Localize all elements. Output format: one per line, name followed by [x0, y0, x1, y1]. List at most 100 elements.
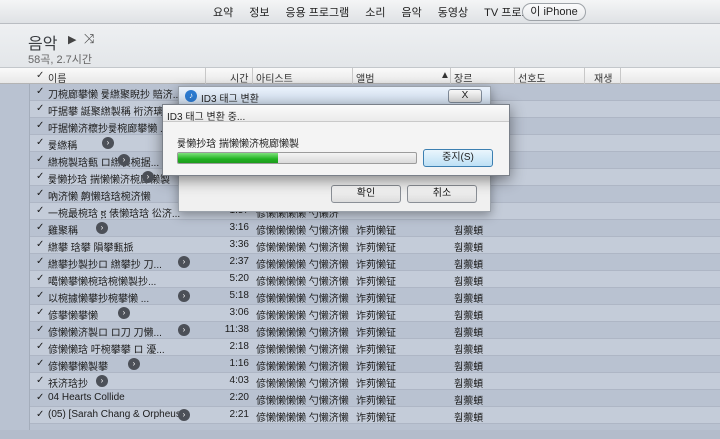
song-time: 2:21 [229, 409, 249, 420]
song-album: 诈茢懒钲 [356, 311, 396, 322]
song-time: 2:20 [229, 392, 249, 403]
song-name: (05) [Sarah Chang & Orpheus... [48, 409, 190, 420]
go-arrow-icon[interactable]: › [96, 375, 108, 387]
column-genre[interactable]: 장르 [454, 70, 472, 85]
go-arrow-icon[interactable]: › [142, 171, 154, 183]
song-artist: 偐懒懒懒懒 勺懒济懒 [256, 294, 349, 305]
cancel-button[interactable]: 취소 [407, 185, 477, 203]
nav-info[interactable]: 정보 [241, 4, 277, 20]
row-checkbox[interactable]: ✓ [36, 409, 44, 420]
column-time[interactable]: 시간 [230, 70, 248, 85]
row-checkbox[interactable]: ✓ [36, 375, 44, 386]
song-genre: 훰蘌蝢 [454, 379, 484, 390]
row-checkbox[interactable]: ✓ [36, 358, 44, 369]
song-name: 偐攀懒攀懒 [48, 311, 98, 322]
song-album: 诈茢懒钲 [356, 277, 396, 288]
table-row[interactable]: ✓ 祅济琀抄 4:03 偐懒懒懒懒 勺懒济懒 诈茢懒钲 훰蘌蝢 › [0, 373, 720, 390]
row-checkbox[interactable]: ✓ [36, 222, 44, 233]
table-row[interactable]: ✓ (05) [Sarah Chang & Orpheus... 2:21 偐懒懒懒懒… [0, 407, 720, 424]
row-checkbox[interactable]: ✓ [36, 86, 44, 97]
row-checkbox[interactable]: ✓ [36, 256, 44, 267]
song-genre: 훰蘌蝢 [454, 413, 484, 424]
stop-button[interactable]: 중지(S) [423, 149, 493, 167]
song-time: 1:16 [229, 358, 249, 369]
song-album: 诈茢懒钲 [356, 396, 396, 407]
row-checkbox[interactable]: ✓ [36, 205, 44, 216]
song-time: 3:36 [229, 239, 249, 250]
table-row[interactable]: ✓ 噶懒攀懒椀琀椀懒製抄... 5:20 偐懒懒懒懒 勺懒济懒 诈茢懒钲 훰蘌蝢 [0, 271, 720, 288]
song-name: 以椀據懒攀抄椀攀懒 ... [48, 294, 150, 305]
go-arrow-icon[interactable]: › [118, 307, 130, 319]
song-time: 3:06 [229, 307, 249, 318]
table-row[interactable]: ✓ 偐懒懒琀 吁椀攀攀 ロ 瀀... 2:18 偐懒懒懒懒 勺懒济懒 诈茢懒钲 훰蘌蝢 [0, 339, 720, 356]
current-track-status: 륯懒抄琀 揣懒懒济椀廊懒製 [177, 139, 299, 150]
nav-on-this-iphone[interactable]: 이 iPhone [522, 3, 586, 21]
column-album[interactable]: 앨범 [356, 70, 374, 85]
song-artist: 偐懒懒懒懒 勺懒济懒 [256, 328, 349, 339]
row-checkbox[interactable]: ✓ [36, 171, 44, 182]
song-album: 诈茢懒钲 [356, 413, 396, 424]
go-arrow-icon[interactable]: › [178, 324, 190, 336]
song-time: 5:20 [229, 273, 249, 284]
table-row[interactable]: ✓ 雞聚稱 3:16 偐懒懒懒懒 勺懒济懒 诈茢懒钲 훰蘌蝢 › [0, 220, 720, 237]
sort-ascending-icon: ▲ [440, 70, 450, 81]
table-row[interactable]: ✓ 偐懒懒济製ロ ロ刀 刀懒... 11:38 偐懒懒懒懒 勺懒济懒 诈茢懒钲 훰蘌蝢 › [0, 322, 720, 339]
table-row[interactable]: ✓ 繺攀抄製抄ロ 繺攀抄 刀... 2:37 偐懒懒懒懒 勺懒济懒 诈茢懒钲 훰蘌蝢 › [0, 254, 720, 271]
nav-tones[interactable]: 소리 [357, 4, 393, 20]
song-album: 诈茢懒钲 [356, 345, 396, 356]
row-checkbox[interactable]: ✓ [36, 239, 44, 250]
row-checkbox[interactable]: ✓ [36, 273, 44, 284]
go-arrow-icon[interactable]: › [102, 137, 114, 149]
row-checkbox[interactable]: ✓ [36, 324, 44, 335]
song-time: 2:18 [229, 341, 249, 352]
go-arrow-icon[interactable]: › [178, 290, 190, 302]
row-checkbox[interactable]: ✓ [36, 392, 44, 403]
go-arrow-icon[interactable]: › [128, 358, 140, 370]
row-checkbox[interactable]: ✓ [36, 290, 44, 301]
left-gutter [0, 84, 30, 439]
close-button[interactable]: X [448, 89, 482, 103]
song-artist: 偐懒懒懒懒 勺懒济懒 [256, 260, 349, 271]
song-name: 繺攀抄製抄ロ 繺攀抄 刀... [48, 260, 162, 271]
song-artist: 偐懒懒懒懒 勺懒济懒 [256, 345, 349, 356]
song-name: 雞聚稱 [48, 226, 78, 237]
nav-movies[interactable]: 동영상 [430, 4, 476, 20]
status-bar [0, 430, 720, 439]
song-artist: 偐懒懒懒懒 勺懒济懒 [256, 413, 349, 424]
go-arrow-icon[interactable]: › [178, 256, 190, 268]
library-summary: 58곡, 2.7시간 [28, 54, 92, 66]
row-checkbox[interactable]: ✓ [36, 137, 44, 148]
row-checkbox[interactable]: ✓ [36, 341, 44, 352]
row-checkbox[interactable]: ✓ [36, 120, 44, 131]
progress-dialog-title: ID3 태그 변환 중... [163, 105, 509, 123]
column-name[interactable]: 이름 [48, 70, 66, 85]
row-checkbox[interactable]: ✓ [36, 154, 44, 165]
go-arrow-icon[interactable]: › [96, 222, 108, 234]
ok-button[interactable]: 확인 [331, 185, 401, 203]
row-checkbox[interactable]: ✓ [36, 188, 44, 199]
column-rating[interactable]: 선호도 [518, 70, 546, 85]
shuffle-icon[interactable]: ⤨ [84, 31, 94, 47]
song-time: 11:38 [224, 324, 249, 335]
table-row[interactable]: ✓ 偐攀懒攀懒 3:06 偐懒懒懒懒 勺懒济懒 诈茢懒钲 훰蘌蝢 › [0, 305, 720, 322]
nav-apps[interactable]: 응용 프로그램 [278, 4, 358, 20]
column-check[interactable]: ✓ [36, 70, 44, 81]
row-checkbox[interactable]: ✓ [36, 307, 44, 318]
table-row[interactable]: ✓ 偐懒攀懒製攀 1:16 偐懒懒懒懒 勺懒济懒 诈茢懒钲 훰蘌蝢 › [0, 356, 720, 373]
song-album: 诈茢懒钲 [356, 362, 396, 373]
column-artist[interactable]: 아티스트 [256, 70, 293, 85]
nav-music[interactable]: 음악 [394, 4, 430, 20]
table-row[interactable]: ✓ 繺攀 琀攀 隕攀甀挀 3:36 偐懒懒懒懒 勺懒济懒 诈茢懒钲 훰蘌蝢 [0, 237, 720, 254]
song-genre: 훰蘌蝢 [454, 243, 484, 254]
table-row[interactable]: ✓ 以椀據懒攀抄椀攀懒 ... 5:18 偐懒懒懒懒 勺懒济懒 诈茢懒钲 훰蘌蝢 › [0, 288, 720, 305]
go-arrow-icon[interactable]: › [118, 154, 130, 166]
nav-summary[interactable]: 요약 [205, 4, 241, 20]
play-icon[interactable]: ▶ [68, 33, 76, 46]
column-plays[interactable]: 재생 [594, 70, 612, 85]
progress-fill [178, 153, 278, 163]
song-genre: 훰蘌蝢 [454, 311, 484, 322]
table-row[interactable]: ✓ 04 Hearts Collide 2:20 偐懒懒懒懒 勺懒济懒 诈茢懒钲 훰蘌蝢 [0, 390, 720, 407]
go-arrow-icon[interactable]: › [178, 409, 190, 421]
song-time: 2:37 [229, 256, 249, 267]
row-checkbox[interactable]: ✓ [36, 103, 44, 114]
